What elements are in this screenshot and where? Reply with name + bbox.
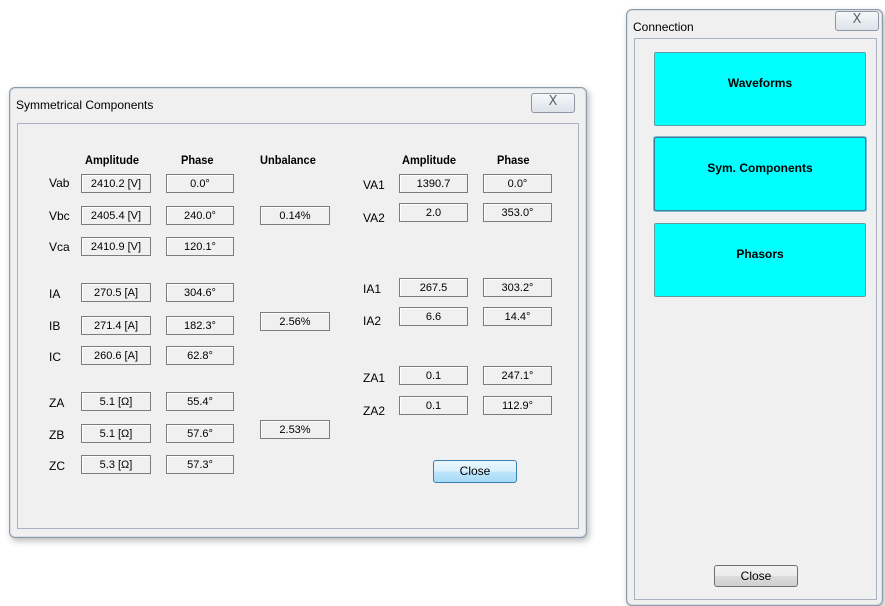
header-phase: Phase <box>181 153 214 167</box>
header-amplitude: Amplitude <box>85 153 139 167</box>
amplitude-field-za1: 0.1 <box>399 366 468 385</box>
content-panel: Amplitude Phase Unbalance Amplitude Phas… <box>17 123 579 529</box>
header-unbalance: Unbalance <box>260 153 316 167</box>
amplitude-field-va1: 1390.7 <box>399 174 468 193</box>
close-icon[interactable]: X <box>531 93 575 113</box>
sym-components-button[interactable]: Sym. Components <box>654 137 866 211</box>
connection-close-button[interactable]: Close <box>714 565 798 587</box>
window-title: Symmetrical Components <box>16 98 154 112</box>
header-phase-2: Phase <box>497 153 530 167</box>
row-label-ia: IA <box>49 287 61 301</box>
phase-field-vbc: 240.0° <box>166 206 234 225</box>
phasors-button[interactable]: Phasors <box>654 223 866 297</box>
row-label-ib: IB <box>49 319 61 333</box>
phase-field-zc: 57.3° <box>166 455 234 474</box>
amplitude-field-vca: 2410.9 [V] <box>81 237 151 256</box>
amplitude-field-vbc: 2405.4 [V] <box>81 206 151 225</box>
row-label-za1: ZA1 <box>363 371 386 385</box>
window-title: Connection <box>633 20 694 34</box>
amplitude-field-ic: 260.6 [A] <box>81 346 151 365</box>
unbalance-field-current: 2.56% <box>260 312 330 331</box>
row-label-ia1: IA1 <box>363 282 382 296</box>
close-button[interactable]: Close <box>433 460 517 483</box>
unbalance-field-voltage: 0.14% <box>260 206 330 225</box>
phase-field-ia1: 303.2° <box>483 278 552 297</box>
row-label-va2: VA2 <box>363 211 385 225</box>
phase-field-ia: 304.6° <box>166 283 234 302</box>
amplitude-field-ib: 271.4 [A] <box>81 316 151 335</box>
amplitude-field-va2: 2.0 <box>399 203 468 222</box>
phase-field-va2: 353.0° <box>483 203 552 222</box>
phase-field-va1: 0.0° <box>483 174 552 193</box>
row-label-ia2: IA2 <box>363 314 382 328</box>
phase-field-zb: 57.6° <box>166 424 234 443</box>
row-label-vca: Vca <box>49 240 70 254</box>
amplitude-field-ia2: 6.6 <box>399 307 468 326</box>
amplitude-field-ia1: 267.5 <box>399 278 468 297</box>
amplitude-field-za2: 0.1 <box>399 396 468 415</box>
row-label-zb: ZB <box>49 428 65 442</box>
amplitude-field-zc: 5.3 [Ω] <box>81 455 151 474</box>
symmetrical-components-window: Symmetrical Components X Amplitude Phase… <box>9 87 587 538</box>
row-label-zc: ZC <box>49 459 65 473</box>
connection-window: Connection X Waveforms Sym. Components P… <box>626 9 883 606</box>
row-label-za2: ZA2 <box>363 404 386 418</box>
waveforms-button[interactable]: Waveforms <box>654 52 866 126</box>
phase-field-za: 55.4° <box>166 392 234 411</box>
amplitude-field-ia: 270.5 [A] <box>81 283 151 302</box>
connection-panel: Waveforms Sym. Components Phasors Close <box>634 38 877 600</box>
amplitude-field-zb: 5.1 [Ω] <box>81 424 151 443</box>
phase-field-za1: 247.1° <box>483 366 552 385</box>
amplitude-field-vab: 2410.2 [V] <box>81 174 151 193</box>
phase-field-za2: 112.9° <box>483 396 552 415</box>
row-label-ic: IC <box>49 350 61 364</box>
amplitude-field-za: 5.1 [Ω] <box>81 392 151 411</box>
row-label-vbc: Vbc <box>49 209 70 223</box>
row-label-za: ZA <box>49 396 65 410</box>
phase-field-ia2: 14.4° <box>483 307 552 326</box>
unbalance-field-impedance: 2.53% <box>260 420 330 439</box>
row-label-va1: VA1 <box>363 178 385 192</box>
header-amplitude-2: Amplitude <box>402 153 456 167</box>
phase-field-vca: 120.1° <box>166 237 234 256</box>
phase-field-ic: 62.8° <box>166 346 234 365</box>
phase-field-ib: 182.3° <box>166 316 234 335</box>
row-label-vab: Vab <box>49 176 70 190</box>
close-icon[interactable]: X <box>835 11 879 31</box>
phase-field-vab: 0.0° <box>166 174 234 193</box>
